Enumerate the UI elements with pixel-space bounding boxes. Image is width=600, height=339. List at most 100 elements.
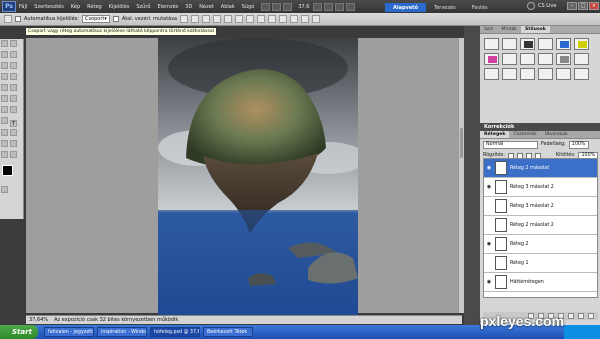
foreground-color[interactable] [2,165,13,176]
healing-brush-tool-icon[interactable] [1,73,8,80]
task-notepad[interactable]: fahvalen - Jegyzettömb [44,327,94,337]
menu-file[interactable]: Fájl [19,4,27,10]
zoom-level[interactable]: 37,6 [298,4,309,10]
visibility-eye-icon[interactable] [486,203,492,209]
minibridge-icon[interactable] [272,2,282,11]
layer-row[interactable]: ◉ Háttérrétegen [484,273,597,292]
brush-tool-icon[interactable] [10,73,17,80]
style-swatch[interactable] [520,68,535,80]
3d-camera-tool-icon[interactable] [10,140,17,147]
move-tool-icon[interactable] [1,40,8,47]
start-button[interactable]: Start [0,325,38,339]
type-tool-icon[interactable]: T [10,120,17,127]
tab-layers[interactable]: Rétegek [480,131,510,138]
bridge-icon[interactable] [261,2,271,11]
layer-row[interactable]: ◉ Réteg 3 másolat 2 [484,178,597,197]
distribute-hcenter-icon[interactable] [289,15,298,23]
visibility-eye-icon[interactable]: ◉ [486,184,492,190]
crop-tool-icon[interactable] [1,62,8,69]
visibility-eye-icon[interactable]: ◉ [486,165,492,171]
style-swatch[interactable] [538,68,553,80]
menu-help[interactable]: Súgó [242,4,255,10]
visibility-eye-icon[interactable]: ◉ [486,279,492,285]
auto-select-dropdown[interactable]: Csoport ▾ [81,15,110,23]
style-swatch[interactable] [484,38,499,50]
layer-row[interactable]: Réteg 2 másolat 2 [484,216,597,235]
layer-name[interactable]: Réteg 2 [510,242,529,247]
align-vcenter-icon[interactable] [190,15,199,23]
style-swatch[interactable] [502,53,517,65]
tab-paths[interactable]: Útvonalak [541,131,572,138]
transform-controls-checkbox[interactable] [112,16,119,22]
menu-layer[interactable]: Réteg [87,4,102,10]
pen-tool-icon[interactable] [1,117,8,124]
distribute-vcenter-icon[interactable] [256,15,265,23]
tab-color[interactable]: Szín [480,26,498,33]
menu-analysis[interactable]: Elemzés [157,4,178,10]
style-swatch[interactable] [556,68,571,80]
style-swatch[interactable] [502,68,517,80]
auto-align-icon[interactable] [311,15,320,23]
style-swatch[interactable] [538,53,553,65]
task-explorer[interactable]: inspiration - Windows ... [97,327,147,337]
distribute-top-icon[interactable] [245,15,254,23]
layer-row[interactable]: Réteg 1 [484,254,597,273]
tab-channels[interactable]: Csatornák [509,131,540,138]
shape-tool-icon[interactable] [10,129,17,136]
move-tool-preset-icon[interactable] [4,15,12,23]
workspace-essentials[interactable]: Alapvető [385,3,427,12]
style-swatch[interactable] [574,38,589,50]
eraser-tool-icon[interactable] [1,95,8,102]
distribute-bottom-icon[interactable] [267,15,276,23]
menu-window[interactable]: Ablak [221,4,235,10]
layer-row[interactable]: Réteg 3 másolat 2 [484,197,597,216]
layer-row[interactable]: ◉ Réteg 2 másolat [484,159,597,178]
align-bottom-icon[interactable] [201,15,210,23]
menu-image[interactable]: Kép [71,4,80,10]
tab-swatches[interactable]: Minták [498,26,521,33]
workspace-painting[interactable]: Festés [464,5,496,11]
close-button[interactable]: × [589,2,599,10]
distribute-left-icon[interactable] [278,15,287,23]
hand-tool-icon[interactable] [313,2,323,11]
gradient-tool-icon[interactable] [10,95,17,102]
style-swatch[interactable] [484,68,499,80]
visibility-eye-icon[interactable] [486,222,492,228]
hand-tool-icon[interactable] [1,151,8,158]
style-swatch[interactable] [556,38,571,50]
quick-mask-icon[interactable] [1,186,8,193]
layer-name[interactable]: Háttérrétegen [510,280,544,285]
align-right-icon[interactable] [234,15,243,23]
layer-name[interactable]: Réteg 2 másolat [510,166,549,171]
blend-mode-dropdown[interactable]: Normál [483,140,538,149]
tab-styles[interactable]: Stílusok [520,26,550,33]
blur-tool-icon[interactable] [1,106,8,113]
history-brush-tool-icon[interactable] [10,84,17,91]
style-swatch[interactable] [502,38,517,50]
style-swatch[interactable] [574,68,589,80]
lasso-tool-icon[interactable] [1,51,8,58]
style-swatch[interactable] [556,53,571,65]
clone-stamp-tool-icon[interactable] [1,84,8,91]
quick-select-tool-icon[interactable] [10,51,17,58]
path-select-tool-icon[interactable] [1,129,8,136]
auto-select-checkbox[interactable] [15,16,21,22]
menu-select[interactable]: Kijelölés [109,4,130,10]
arrange-documents-icon[interactable] [335,2,345,11]
visibility-eye-icon[interactable]: ◉ [486,241,492,247]
layer-name[interactable]: Réteg 2 másolat 2 [510,223,554,228]
layer-name[interactable]: Réteg 3 másolat 2 [510,185,554,190]
scrollbar-thumb[interactable] [460,128,463,158]
align-top-icon[interactable] [179,15,188,23]
minimize-button[interactable]: – [567,2,577,10]
style-swatch[interactable] [520,53,535,65]
zoom-level-icon[interactable] [283,2,293,11]
layer-row[interactable]: ◉ Réteg 2 [484,235,597,254]
style-swatch[interactable] [520,38,535,50]
dodge-tool-icon[interactable] [10,106,17,113]
menu-edit[interactable]: Szerkesztés [34,4,64,10]
style-swatch[interactable] [538,38,553,50]
status-zoom[interactable]: 37,64% [29,317,48,323]
task-photoshop[interactable]: hófeleg.psd @ 37,6% (... [150,327,200,337]
cs-live[interactable]: CS Live [527,2,556,10]
